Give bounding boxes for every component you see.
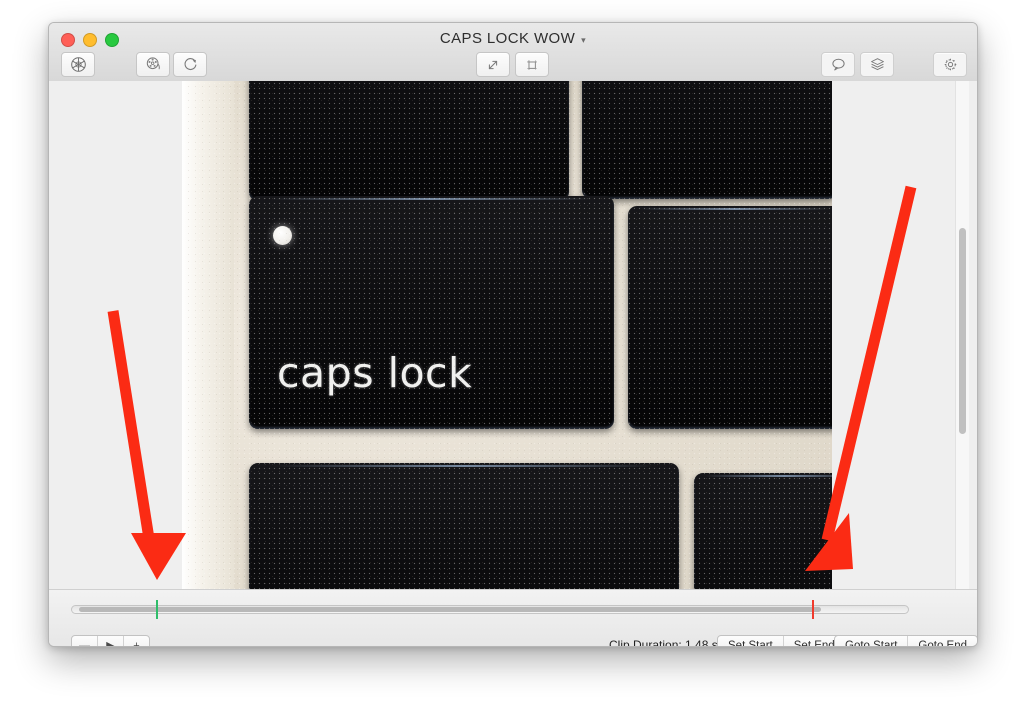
annotate-button[interactable]	[821, 52, 855, 77]
capture-button[interactable]	[61, 52, 95, 77]
chevron-down-icon[interactable]: ▾	[581, 35, 586, 46]
resize-icon	[485, 57, 501, 73]
start-marker[interactable]	[156, 600, 158, 619]
video-frame: tab caps lock	[182, 81, 832, 589]
zoom-out-button[interactable]: —	[72, 636, 98, 646]
play-button[interactable]: ▶	[98, 636, 124, 646]
video-canvas[interactable]: tab caps lock	[49, 81, 977, 589]
title-bar: CAPS LOCK WOW ▾	[49, 23, 977, 82]
transport-controls: — ▶ +	[71, 635, 150, 647]
key-glint	[704, 475, 832, 477]
end-marker[interactable]	[812, 600, 814, 619]
rotate-icon	[182, 56, 199, 73]
key-caps-lock: caps lock	[249, 196, 614, 429]
goto-end-button[interactable]: Goto End	[908, 636, 977, 647]
canvas-left-gutter	[49, 81, 182, 589]
key-shift	[249, 463, 679, 589]
goto-buttons: Goto Start Goto End	[834, 635, 977, 647]
window-title-text: CAPS LOCK WOW	[439, 30, 576, 47]
scrollbar-thumb[interactable]	[959, 228, 966, 434]
caps-lock-led-icon	[273, 226, 292, 245]
crop-button[interactable]	[515, 52, 549, 77]
speech-bubble-icon	[830, 56, 847, 73]
aperture-icon	[70, 56, 87, 73]
set-point-buttons: Set Start Set End	[717, 635, 846, 646]
laptop-body-edge	[182, 81, 234, 589]
clip-duration-label: Clip Duration: 1.48 s	[609, 638, 718, 647]
resize-button[interactable]	[476, 52, 510, 77]
goto-start-button[interactable]: Goto Start	[835, 636, 909, 646]
record-gif-button[interactable]	[136, 52, 170, 77]
set-start-button[interactable]: Set Start	[718, 636, 784, 646]
key-glint	[274, 465, 654, 467]
film-reel-icon	[145, 56, 162, 73]
gear-icon	[942, 56, 959, 73]
key-tab: tab	[249, 81, 569, 201]
screen: CAPS LOCK WOW ▾ caps lock — ▶ + Clip Dur…	[0, 0, 1024, 718]
timeline-slider[interactable]	[71, 600, 909, 619]
key-glint	[270, 198, 593, 200]
key-z	[694, 473, 832, 589]
zoom-in-button[interactable]: +	[124, 636, 149, 647]
loop-button[interactable]	[173, 52, 207, 77]
key-caps-lock-label: caps lock	[277, 349, 473, 397]
timeline-selection	[79, 607, 821, 612]
key-glint	[640, 208, 831, 210]
app-window: CAPS LOCK WOW ▾ caps lock — ▶ + Clip Dur…	[48, 22, 978, 647]
frames-button[interactable]	[860, 52, 894, 77]
crop-icon	[524, 57, 540, 73]
window-title: CAPS LOCK WOW ▾	[49, 30, 977, 47]
layers-icon	[869, 56, 886, 73]
settings-button[interactable]	[933, 52, 967, 77]
bottom-bar: 00:00:00 — ▶ + Clip Duration: 1.48 s Set…	[49, 589, 977, 647]
key-q	[582, 81, 832, 199]
keyboard-photo: tab caps lock	[182, 81, 832, 589]
vertical-scrollbar[interactable]	[955, 81, 969, 589]
key-a	[628, 206, 832, 429]
